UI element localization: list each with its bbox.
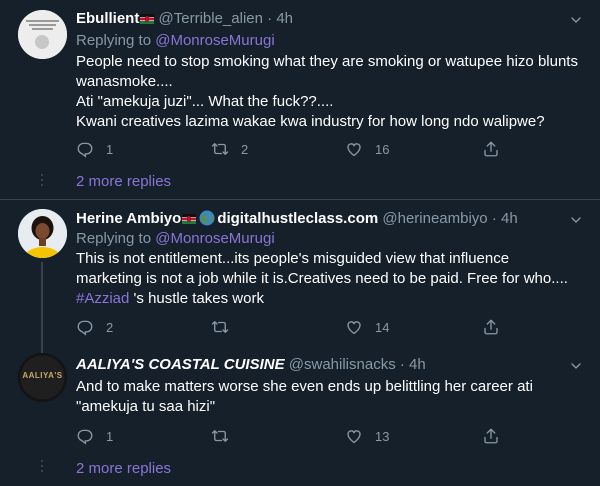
share-icon	[482, 427, 500, 445]
tweet-line: marketing is not a job while it is.Creat…	[76, 270, 568, 287]
chevron-down-icon[interactable]	[568, 12, 584, 28]
more-replies-link[interactable]: 2 more replies	[76, 172, 171, 192]
like-count: 14	[375, 319, 390, 335]
tweet-actions: 1 2 16	[76, 139, 506, 159]
replying-to: Replying to @MonroseMurugi	[76, 31, 275, 51]
timestamp[interactable]: 4h	[501, 210, 518, 227]
tweet[interactable]: Ebullient @Terrible_alien · 4h Replying …	[0, 0, 600, 200]
handle[interactable]: @Terrible_alien	[159, 10, 263, 27]
reply-count: 1	[106, 428, 114, 444]
chevron-down-icon[interactable]	[568, 358, 584, 374]
separator: ·	[491, 210, 497, 227]
share-button[interactable]	[482, 139, 500, 159]
kenya-flag-icon	[182, 214, 196, 224]
tweet-line: People need to stop smoking what they ar…	[76, 53, 578, 70]
reply-icon	[76, 427, 94, 445]
hashtag-link[interactable]: #Azziad	[76, 290, 129, 307]
avatar-image	[18, 10, 67, 59]
reply-button[interactable]: 1	[76, 139, 113, 159]
avatar[interactable]: AALIYA'S	[18, 353, 67, 402]
tweet-text: This is not entitlement...its people's m…	[76, 249, 586, 309]
retweet-button[interactable]	[211, 426, 229, 446]
like-icon	[345, 427, 363, 445]
retweet-icon	[211, 140, 229, 158]
tweet-text: And to make matters worse she even ends …	[76, 377, 586, 417]
tweet-header: Ebullient @Terrible_alien · 4h	[76, 9, 293, 29]
tweet-header: Herine Ambiyo digitalhustleclass.com @her…	[76, 209, 518, 229]
separator: ·	[267, 10, 273, 27]
reply-icon	[76, 318, 94, 336]
thread-dots	[40, 174, 44, 189]
reply-icon	[76, 140, 94, 158]
retweet-icon	[211, 427, 229, 445]
like-button[interactable]: 14	[345, 317, 389, 337]
like-count: 13	[375, 428, 390, 444]
globe-icon	[199, 210, 215, 226]
thread-dots	[40, 460, 44, 475]
tweet-text: People need to stop smoking what they ar…	[76, 52, 586, 132]
tweet-line: And to make matters worse she even ends …	[76, 378, 533, 395]
reply-count: 1	[106, 141, 114, 157]
retweet-icon	[211, 318, 229, 336]
share-icon	[482, 140, 500, 158]
like-count: 16	[375, 141, 390, 157]
retweet-count: 2	[241, 141, 249, 157]
share-button[interactable]	[482, 426, 500, 446]
tweet-actions: 2 14	[76, 317, 506, 337]
avatar[interactable]	[18, 10, 67, 59]
retweet-button[interactable]	[211, 317, 229, 337]
separator: ·	[399, 356, 405, 373]
tweet-line: #Azziad 's hustle takes work	[76, 290, 264, 307]
replying-label: Replying to	[76, 230, 152, 247]
reply-count: 2	[106, 319, 114, 335]
kenya-flag-icon	[140, 14, 154, 24]
replying-label: Replying to	[76, 32, 152, 49]
tweet[interactable]: Herine Ambiyo digitalhustleclass.com @her…	[0, 200, 600, 344]
display-name[interactable]: Herine Ambiyo digitalhustleclass.com	[76, 210, 378, 227]
tweet-actions: 1 13	[76, 426, 506, 446]
thread-line	[41, 262, 43, 344]
retweet-button[interactable]: 2	[211, 139, 248, 159]
more-replies-link[interactable]: 2 more replies	[76, 459, 171, 479]
thread-line	[41, 343, 43, 353]
display-name[interactable]: AALIYA'S COASTAL CUISINE	[76, 356, 285, 373]
tweet-line: wanasmoke....	[76, 73, 173, 90]
handle[interactable]: @swahilisnacks	[289, 356, 396, 373]
like-icon	[345, 140, 363, 158]
timestamp[interactable]: 4h	[276, 10, 293, 27]
like-icon	[345, 318, 363, 336]
mention-link[interactable]: @MonroseMurugi	[155, 32, 274, 49]
tweet-line: This is not entitlement...its people's m…	[76, 250, 510, 267]
mention-link[interactable]: @MonroseMurugi	[155, 230, 274, 247]
like-button[interactable]: 16	[345, 139, 389, 159]
tweet-line: "amekuja tu saa hizi"	[76, 398, 216, 415]
tweet-header: AALIYA'S COASTAL CUISINE @swahilisnacks …	[76, 355, 426, 375]
tweet[interactable]: AALIYA'S AALIYA'S COASTAL CUISINE @swahi…	[0, 343, 600, 486]
share-button[interactable]	[482, 317, 500, 337]
tweet-line: Ati "amekuja juzi"... What the fuck??...…	[76, 93, 334, 110]
avatar[interactable]	[18, 209, 67, 258]
avatar-image	[18, 209, 67, 258]
avatar-text: AALIYA'S	[22, 371, 63, 380]
like-button[interactable]: 13	[345, 426, 389, 446]
replying-to: Replying to @MonroseMurugi	[76, 229, 275, 249]
share-icon	[482, 318, 500, 336]
chevron-down-icon[interactable]	[568, 212, 584, 228]
reply-button[interactable]: 1	[76, 426, 113, 446]
tweet-line: Kwani creatives lazima wakae kwa industr…	[76, 113, 545, 130]
reply-button[interactable]: 2	[76, 317, 113, 337]
timestamp[interactable]: 4h	[409, 356, 426, 373]
handle[interactable]: @herineambiyo	[382, 210, 487, 227]
display-name[interactable]: Ebullient	[76, 10, 139, 27]
